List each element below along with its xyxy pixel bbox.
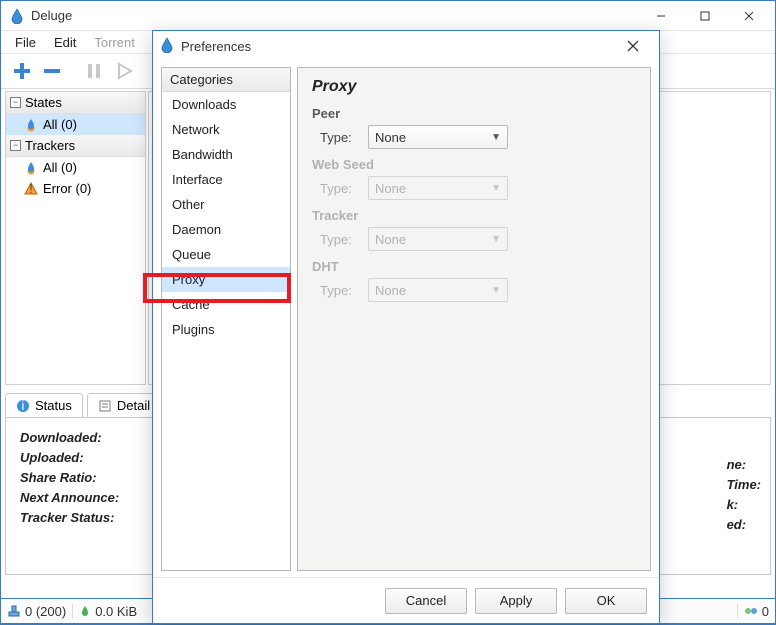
add-torrent-button[interactable]: [9, 58, 35, 84]
info-icon: i: [16, 399, 30, 413]
webseed-type-row: Type: None ▼: [320, 176, 636, 200]
sidebar-item-label: All (0): [43, 160, 77, 175]
sidebar-item-all-states[interactable]: All (0): [6, 114, 145, 135]
webseed-type-label: Type:: [320, 181, 362, 196]
stat-r2: Time:: [727, 475, 761, 495]
tracker-type-label: Type:: [320, 232, 362, 247]
all-icon: [24, 118, 38, 132]
sidebar-item-error[interactable]: ! Error (0): [6, 178, 145, 199]
sidebar-states-label: States: [25, 95, 62, 110]
ok-button[interactable]: OK: [565, 588, 647, 614]
status-download-rate[interactable]: 0.0 KiB: [72, 604, 137, 619]
cat-queue[interactable]: Queue: [162, 242, 290, 267]
titlebar: Deluge: [1, 1, 775, 31]
pref-titlebar: Preferences: [153, 31, 659, 61]
status-other-text: 0: [762, 604, 769, 619]
details-icon: [98, 399, 112, 413]
pref-footer: Cancel Apply OK: [153, 577, 659, 623]
svg-text:!: !: [29, 182, 33, 196]
sidebar-trackers-header[interactable]: − Trackers: [6, 135, 145, 157]
combo-value: None: [375, 181, 406, 196]
tracker-type-row: Type: None ▼: [320, 227, 636, 251]
cat-downloads[interactable]: Downloads: [162, 92, 290, 117]
categories-panel: Categories Downloads Network Bandwidth I…: [161, 67, 291, 571]
stat-r1: ne:: [727, 455, 761, 475]
error-icon: !: [24, 182, 38, 196]
cat-plugins[interactable]: Plugins: [162, 317, 290, 342]
collapse-icon[interactable]: −: [10, 140, 21, 151]
sidebar-trackers-label: Trackers: [25, 138, 75, 153]
peer-type-label: Type:: [320, 130, 362, 145]
cat-cache[interactable]: Cache: [162, 292, 290, 317]
dht-type-row: Type: None ▼: [320, 278, 636, 302]
cat-interface[interactable]: Interface: [162, 167, 290, 192]
tab-status[interactable]: i Status: [5, 393, 83, 417]
chevron-down-icon: ▼: [491, 285, 501, 296]
group-dht-label: DHT: [312, 259, 636, 274]
sidebar-item-all-trackers[interactable]: All (0): [6, 157, 145, 178]
remove-torrent-button[interactable]: [39, 58, 65, 84]
combo-value: None: [375, 130, 406, 145]
cat-daemon[interactable]: Daemon: [162, 217, 290, 242]
menu-torrent: Torrent: [86, 33, 142, 52]
svg-text:i: i: [22, 399, 25, 413]
status-connections[interactable]: 0 (200): [7, 604, 66, 619]
cat-proxy[interactable]: Proxy: [162, 267, 290, 292]
peer-type-combo[interactable]: None ▼: [368, 125, 508, 149]
cat-other[interactable]: Other: [162, 192, 290, 217]
group-webseed-label: Web Seed: [312, 157, 636, 172]
categories-header: Categories: [162, 68, 290, 92]
cancel-button[interactable]: Cancel: [385, 588, 467, 614]
menu-file[interactable]: File: [7, 33, 44, 52]
status-down-text: 0.0 KiB: [95, 604, 137, 619]
pref-title: Preferences: [181, 39, 613, 54]
tracker-type-combo: None ▼: [368, 227, 508, 251]
all-icon: [24, 161, 38, 175]
window-title: Deluge: [31, 8, 639, 23]
minimize-button[interactable]: [639, 2, 683, 30]
tab-details[interactable]: Detail: [87, 393, 161, 417]
dht-type-combo: None ▼: [368, 278, 508, 302]
group-tracker-label: Tracker: [312, 208, 636, 223]
chevron-down-icon: ▼: [491, 183, 501, 194]
cat-bandwidth[interactable]: Bandwidth: [162, 142, 290, 167]
tab-label: Status: [35, 398, 72, 413]
sidebar-item-label: Error (0): [43, 181, 91, 196]
peer-type-row: Type: None ▼: [320, 125, 636, 149]
dht-type-label: Type:: [320, 283, 362, 298]
tab-label: Detail: [117, 398, 150, 413]
maximize-button[interactable]: [683, 2, 727, 30]
sidebar-states-header[interactable]: − States: [6, 92, 145, 114]
close-button[interactable]: [727, 2, 771, 30]
group-peer-label: Peer: [312, 106, 636, 121]
combo-value: None: [375, 232, 406, 247]
menu-edit[interactable]: Edit: [46, 33, 84, 52]
sidebar: − States All (0) − Trackers All (0) ! Er…: [5, 91, 146, 385]
pref-close-button[interactable]: [613, 33, 653, 59]
combo-value: None: [375, 283, 406, 298]
settings-panel: Proxy Peer Type: None ▼ Web Seed Type: N…: [297, 67, 651, 571]
cat-network[interactable]: Network: [162, 117, 290, 142]
preferences-dialog: Preferences Categories Downloads Network…: [152, 30, 660, 624]
detail-right-column: ne: Time: k: ed:: [727, 455, 761, 535]
stat-r4: ed:: [727, 515, 761, 535]
chevron-down-icon: ▼: [491, 132, 501, 143]
webseed-type-combo: None ▼: [368, 176, 508, 200]
pref-body: Categories Downloads Network Bandwidth I…: [153, 61, 659, 577]
deluge-icon: [9, 8, 25, 24]
window-controls: [639, 2, 771, 30]
status-other[interactable]: 0: [737, 604, 769, 619]
play-button[interactable]: [111, 58, 137, 84]
status-conn-text: 0 (200): [25, 604, 66, 619]
stat-r3: k:: [727, 495, 761, 515]
pause-button[interactable]: [81, 58, 107, 84]
deluge-icon: [159, 37, 175, 56]
chevron-down-icon: ▼: [491, 234, 501, 245]
settings-title: Proxy: [312, 78, 636, 96]
collapse-icon[interactable]: −: [10, 97, 21, 108]
apply-button[interactable]: Apply: [475, 588, 557, 614]
sidebar-item-label: All (0): [43, 117, 77, 132]
